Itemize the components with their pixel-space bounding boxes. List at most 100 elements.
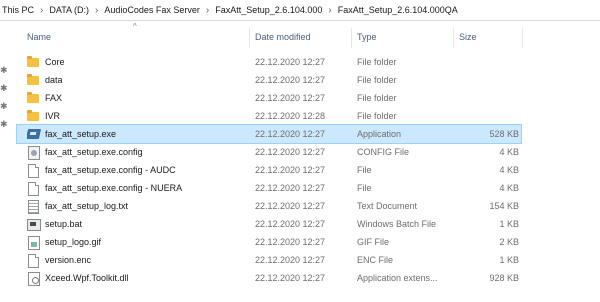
file-name: FAX	[45, 93, 63, 103]
file-name: fax_att_setup_log.txt	[45, 201, 129, 211]
file-name: data	[45, 75, 63, 85]
file-date-modified: 22.12.2020 12:27	[255, 183, 326, 193]
pin-icon[interactable]: ✱	[0, 65, 8, 75]
file-row[interactable]: fax_att_setup.exe.config - NUERA 22.12.20…	[17, 179, 521, 197]
file-type: Application	[357, 129, 402, 139]
breadcrumb-separator-icon[interactable]: ›	[324, 5, 335, 16]
column-header-date-modified[interactable]: Date modified	[255, 32, 311, 42]
file-size: 4 KB	[499, 183, 519, 193]
file-type: Application extens...	[357, 273, 438, 283]
file-list: Core 22.12.2020 12:27 File folder data 22.12…	[16, 53, 600, 287]
file-row[interactable]: fax_att_setup.exe 22.12.2020 12:27 Applica…	[16, 124, 522, 144]
file-type: File	[357, 165, 372, 175]
gif-image-icon	[27, 233, 41, 251]
navigation-pane: ✱ ✱ ✱ ✱	[0, 21, 14, 302]
pin-icon[interactable]: ✱	[0, 119, 8, 129]
file-icon	[27, 179, 41, 197]
batch-file-icon	[27, 215, 41, 233]
file-name: fax_att_setup.exe.config - AUDC	[45, 165, 176, 175]
file-icon	[27, 251, 41, 269]
file-row[interactable]: FAX 22.12.2020 12:27 File folder	[17, 89, 521, 107]
file-row[interactable]: setup_logo.gif 22.12.2020 12:27 GIF File 2 …	[17, 233, 521, 251]
breadcrumb-separator-icon[interactable]: ›	[91, 5, 102, 16]
file-date-modified: 22.12.2020 12:28	[255, 111, 326, 121]
text-document-icon	[27, 197, 41, 215]
file-type: File folder	[357, 57, 397, 67]
file-type: File	[357, 183, 372, 193]
file-name: IVR	[45, 111, 61, 121]
file-icon	[27, 161, 41, 179]
dll-file-icon	[27, 269, 41, 287]
file-date-modified: 22.12.2020 12:27	[255, 57, 326, 67]
application-icon	[27, 125, 41, 143]
file-type: Windows Batch File	[357, 219, 437, 229]
pin-icon[interactable]: ✱	[0, 83, 8, 93]
file-name: Core	[45, 57, 65, 67]
file-type: File folder	[357, 93, 397, 103]
breadcrumb-faxatt-setup-qa[interactable]: FaxAtt_Setup_2.6.104.000QA	[336, 5, 460, 15]
column-header-type[interactable]: Type	[357, 32, 377, 42]
file-name: fax_att_setup.exe.config	[45, 147, 143, 157]
breadcrumb-data-drive[interactable]: DATA (D:)	[47, 5, 91, 15]
column-divider[interactable]	[522, 28, 523, 48]
column-header-row: ^ Name Date modified Type Size	[17, 22, 600, 50]
file-row[interactable]: Core 22.12.2020 12:27 File folder	[17, 53, 521, 71]
file-date-modified: 22.12.2020 12:27	[255, 75, 326, 85]
breadcrumb-faxatt-setup[interactable]: FaxAtt_Setup_2.6.104.000	[213, 5, 324, 15]
folder-icon	[27, 107, 41, 125]
file-type: File folder	[357, 75, 397, 85]
column-divider[interactable]	[453, 28, 454, 48]
file-size: 928 KB	[489, 273, 519, 283]
file-size: 1 KB	[499, 255, 519, 265]
file-size: 2 KB	[499, 237, 519, 247]
column-header-name[interactable]: Name	[27, 32, 51, 42]
file-size: 4 KB	[499, 165, 519, 175]
file-row[interactable]: data 22.12.2020 12:27 File folder	[17, 71, 521, 89]
file-name: fax_att_setup.exe	[45, 129, 117, 139]
file-name: setup_logo.gif	[45, 237, 102, 247]
file-date-modified: 22.12.2020 12:27	[255, 237, 326, 247]
column-header-size[interactable]: Size	[459, 32, 477, 42]
file-size: 528 KB	[489, 129, 519, 139]
breadcrumb-this-pc[interactable]: This PC	[0, 5, 36, 15]
file-row[interactable]: IVR 22.12.2020 12:28 File folder	[17, 107, 521, 125]
breadcrumb-separator-icon[interactable]: ›	[36, 5, 47, 16]
folder-icon	[27, 71, 41, 89]
column-divider[interactable]	[351, 28, 352, 48]
file-date-modified: 22.12.2020 12:27	[255, 147, 326, 157]
file-date-modified: 22.12.2020 12:27	[255, 273, 326, 283]
file-type: CONFIG File	[357, 147, 410, 157]
file-type: File folder	[357, 111, 397, 121]
file-row[interactable]: Xceed.Wpf.Toolkit.dll 22.12.2020 12:27 App…	[17, 269, 521, 287]
folder-icon	[27, 89, 41, 107]
file-row[interactable]: version.enc 22.12.2020 12:27 ENC File 1 KB	[17, 251, 521, 269]
file-size: 1 KB	[499, 219, 519, 229]
file-type: ENC File	[357, 255, 394, 265]
file-date-modified: 22.12.2020 12:27	[255, 93, 326, 103]
file-date-modified: 22.12.2020 12:27	[255, 201, 326, 211]
file-date-modified: 22.12.2020 12:27	[255, 219, 326, 229]
breadcrumb: This PC › DATA (D:) › AudioCodes Fax Ser…	[0, 0, 600, 21]
file-row[interactable]: fax_att_setup.exe.config - AUDC 22.12.202…	[17, 161, 521, 179]
breadcrumb-audiocodes-fax-server[interactable]: AudioCodes Fax Server	[102, 5, 202, 15]
config-file-icon	[27, 143, 41, 161]
file-date-modified: 22.12.2020 12:27	[255, 165, 326, 175]
column-divider[interactable]	[249, 28, 250, 48]
file-size: 4 KB	[499, 147, 519, 157]
file-name: fax_att_setup.exe.config - NUERA	[45, 183, 183, 193]
sort-ascending-icon: ^	[133, 22, 137, 31]
file-name: Xceed.Wpf.Toolkit.dll	[45, 273, 129, 283]
file-row[interactable]: fax_att_setup.exe.config 22.12.2020 12:27…	[17, 143, 521, 161]
file-row[interactable]: fax_att_setup_log.txt 22.12.2020 12:27 Tex…	[17, 197, 521, 215]
file-type: Text Document	[357, 201, 418, 211]
file-name: setup.bat	[45, 219, 83, 229]
file-size: 154 KB	[489, 201, 519, 211]
folder-icon	[27, 53, 41, 71]
breadcrumb-separator-icon[interactable]: ›	[202, 5, 213, 16]
pin-icon[interactable]: ✱	[0, 101, 8, 111]
file-date-modified: 22.12.2020 12:27	[255, 255, 326, 265]
file-name: version.enc	[45, 255, 92, 265]
file-date-modified: 22.12.2020 12:27	[255, 129, 326, 139]
file-row[interactable]: setup.bat 22.12.2020 12:27 Windows Batch F…	[17, 215, 521, 233]
file-type: GIF File	[357, 237, 390, 247]
